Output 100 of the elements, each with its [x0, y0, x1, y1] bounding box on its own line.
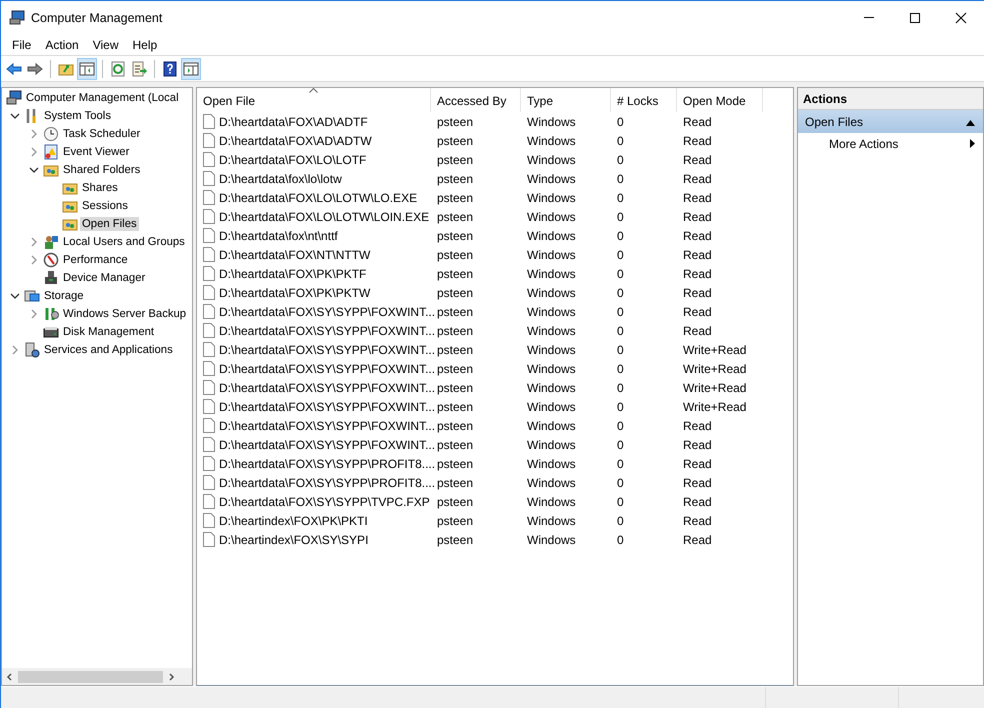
file-path[interactable]: D:\heartindex\FOX\PK\PKTI — [219, 514, 368, 528]
file-path[interactable]: D:\heartdata\FOX\SY\SYPP\FOXWINT... — [219, 418, 436, 432]
file-icon — [203, 171, 215, 186]
pane-icon — [183, 60, 199, 76]
table-cell: psteen — [437, 266, 474, 280]
table-cell: psteen — [437, 532, 474, 546]
table-cell: 0 — [617, 266, 624, 280]
table-cell: Windows — [527, 400, 576, 414]
collapse-chevron-icon[interactable] — [10, 291, 22, 301]
clock-icon — [43, 126, 59, 142]
tree-item[interactable]: Device Manager — [61, 271, 148, 285]
file-path[interactable]: D:\heartdata\fox\lo\lotw — [219, 172, 342, 186]
window-title: Computer Management — [31, 10, 162, 24]
storage-icon — [24, 288, 40, 304]
file-path[interactable]: D:\heartdata\FOX\LO\LOTW\LO.EXE — [219, 190, 418, 204]
table-cell: psteen — [437, 286, 474, 300]
collapse-chevron-icon[interactable] — [29, 165, 41, 175]
file-path[interactable]: D:\heartdata\FOX\NT\NTTW — [219, 248, 370, 262]
tree-item[interactable]: Shared Folders — [61, 163, 142, 177]
file-path[interactable]: D:\heartdata\FOX\SY\SYPP\TVPC.FXP — [219, 494, 430, 508]
file-path[interactable]: D:\heartdata\FOX\SY\SYPP\FOXWINT... — [219, 324, 436, 338]
tree-item[interactable]: Performance — [61, 253, 130, 267]
table-cell: psteen — [437, 456, 474, 470]
tree-item[interactable]: Open Files — [80, 217, 139, 231]
file-path[interactable]: D:\heartdata\FOX\SY\SYPP\PROFIT8.... — [219, 476, 436, 490]
file-path[interactable]: D:\heartdata\FOX\SY\SYPP\FOXWINT... — [219, 304, 436, 318]
menu-item[interactable]: File — [5, 38, 38, 52]
column-header[interactable]: # Locks — [611, 88, 677, 112]
table-cell: Read — [683, 286, 712, 300]
table-cell: Windows — [527, 342, 576, 356]
table-cell: 0 — [617, 456, 624, 470]
table-cell: Windows — [527, 494, 576, 508]
toolbar-button[interactable] — [77, 58, 97, 80]
column-header[interactable]: Accessed By — [431, 88, 521, 112]
file-path[interactable]: D:\heartdata\FOX\PK\PKTW — [219, 286, 370, 300]
table-cell: Read — [683, 210, 712, 224]
table-cell: psteen — [437, 494, 474, 508]
table-cell: psteen — [437, 418, 474, 432]
tree-item[interactable]: Computer Management (Local — [24, 91, 181, 105]
table-cell: psteen — [437, 190, 474, 204]
table-cell: 0 — [617, 114, 624, 128]
tree-item[interactable]: Sessions — [80, 199, 130, 213]
file-path[interactable]: D:\heartdata\FOX\SY\SYPP\FOXWINT... — [219, 362, 436, 376]
table-cell: Read — [683, 266, 712, 280]
column-header[interactable]: Type — [521, 88, 611, 112]
file-icon — [203, 152, 215, 167]
table-cell: 0 — [617, 476, 624, 490]
file-path[interactable]: D:\heartdata\FOX\SY\SYPP\FOXWINT... — [219, 380, 436, 394]
file-icon — [203, 513, 215, 528]
section-header[interactable]: Open Files — [798, 110, 983, 133]
file-path[interactable]: D:\heartdata\FOX\PK\PKTF — [219, 266, 366, 280]
table-cell: Windows — [527, 324, 576, 338]
file-icon — [203, 247, 215, 262]
menu-item[interactable]: Help — [126, 38, 164, 52]
tree-item[interactable]: Local Users and Groups — [61, 235, 187, 249]
tree-item[interactable]: Disk Management — [61, 325, 156, 339]
file-path[interactable]: D:\heartdata\FOX\SY\SYPP\FOXWINT... — [219, 342, 436, 356]
action-item[interactable]: More Actions — [798, 133, 983, 155]
table-cell: Windows — [527, 380, 576, 394]
tree-item[interactable]: Shares — [80, 181, 120, 195]
tree-item[interactable]: Storage — [42, 289, 86, 303]
scroll-thumb[interactable] — [18, 670, 163, 682]
table-cell: 0 — [617, 362, 624, 376]
table-cell: 0 — [617, 418, 624, 432]
minimize-icon — [864, 17, 874, 18]
menu-item[interactable]: View — [86, 38, 126, 52]
menu-item[interactable]: Action — [38, 38, 86, 52]
file-path[interactable]: D:\heartdata\FOX\AD\ADTW — [219, 134, 372, 148]
collapse-chevron-icon[interactable] — [10, 111, 22, 121]
file-icon — [203, 114, 215, 129]
users-icon — [43, 234, 59, 250]
column-header[interactable]: Open File — [197, 88, 431, 112]
table-cell: Windows — [527, 362, 576, 376]
file-path[interactable]: D:\heartdata\FOX\LO\LOTF — [219, 152, 366, 166]
table-cell: 0 — [617, 494, 624, 508]
table-cell: psteen — [437, 152, 474, 166]
table-cell: psteen — [437, 228, 474, 242]
table-cell: Write+Read — [683, 400, 746, 414]
file-path[interactable]: D:\heartindex\FOX\SY\SYPI — [219, 532, 368, 546]
table-cell: 0 — [617, 342, 624, 356]
toolbar-button[interactable] — [181, 58, 201, 80]
tree-item[interactable]: Windows Server Backup — [61, 307, 188, 321]
file-path[interactable]: D:\heartdata\FOX\LO\LOTW\LOIN.EXE — [219, 210, 430, 224]
tree-item[interactable]: System Tools — [42, 109, 113, 123]
file-icon — [203, 456, 215, 471]
horizontal-scrollbar[interactable] — [2, 668, 192, 685]
table-cell: Windows — [527, 304, 576, 318]
file-path[interactable]: D:\heartdata\FOX\SY\SYPP\PROFIT8.... — [219, 456, 436, 470]
table-cell: Windows — [527, 114, 576, 128]
submenu-triangle-icon — [970, 137, 975, 151]
tree-item[interactable]: Event Viewer — [61, 145, 132, 159]
file-path[interactable]: D:\heartdata\FOX\SY\SYPP\FOXWINT... — [219, 400, 436, 414]
tree-item[interactable]: Services and Applications — [42, 343, 175, 357]
file-path[interactable]: D:\heartdata\fox\nt\nttf — [219, 228, 338, 242]
close-icon — [955, 12, 967, 24]
column-header[interactable]: Open Mode — [677, 88, 763, 112]
file-path[interactable]: D:\heartdata\FOX\AD\ADTF — [219, 114, 368, 128]
tree-item[interactable]: Task Scheduler — [61, 127, 142, 141]
table-cell: psteen — [437, 380, 474, 394]
file-path[interactable]: D:\heartdata\FOX\SY\SYPP\FOXWINT... — [219, 438, 436, 452]
